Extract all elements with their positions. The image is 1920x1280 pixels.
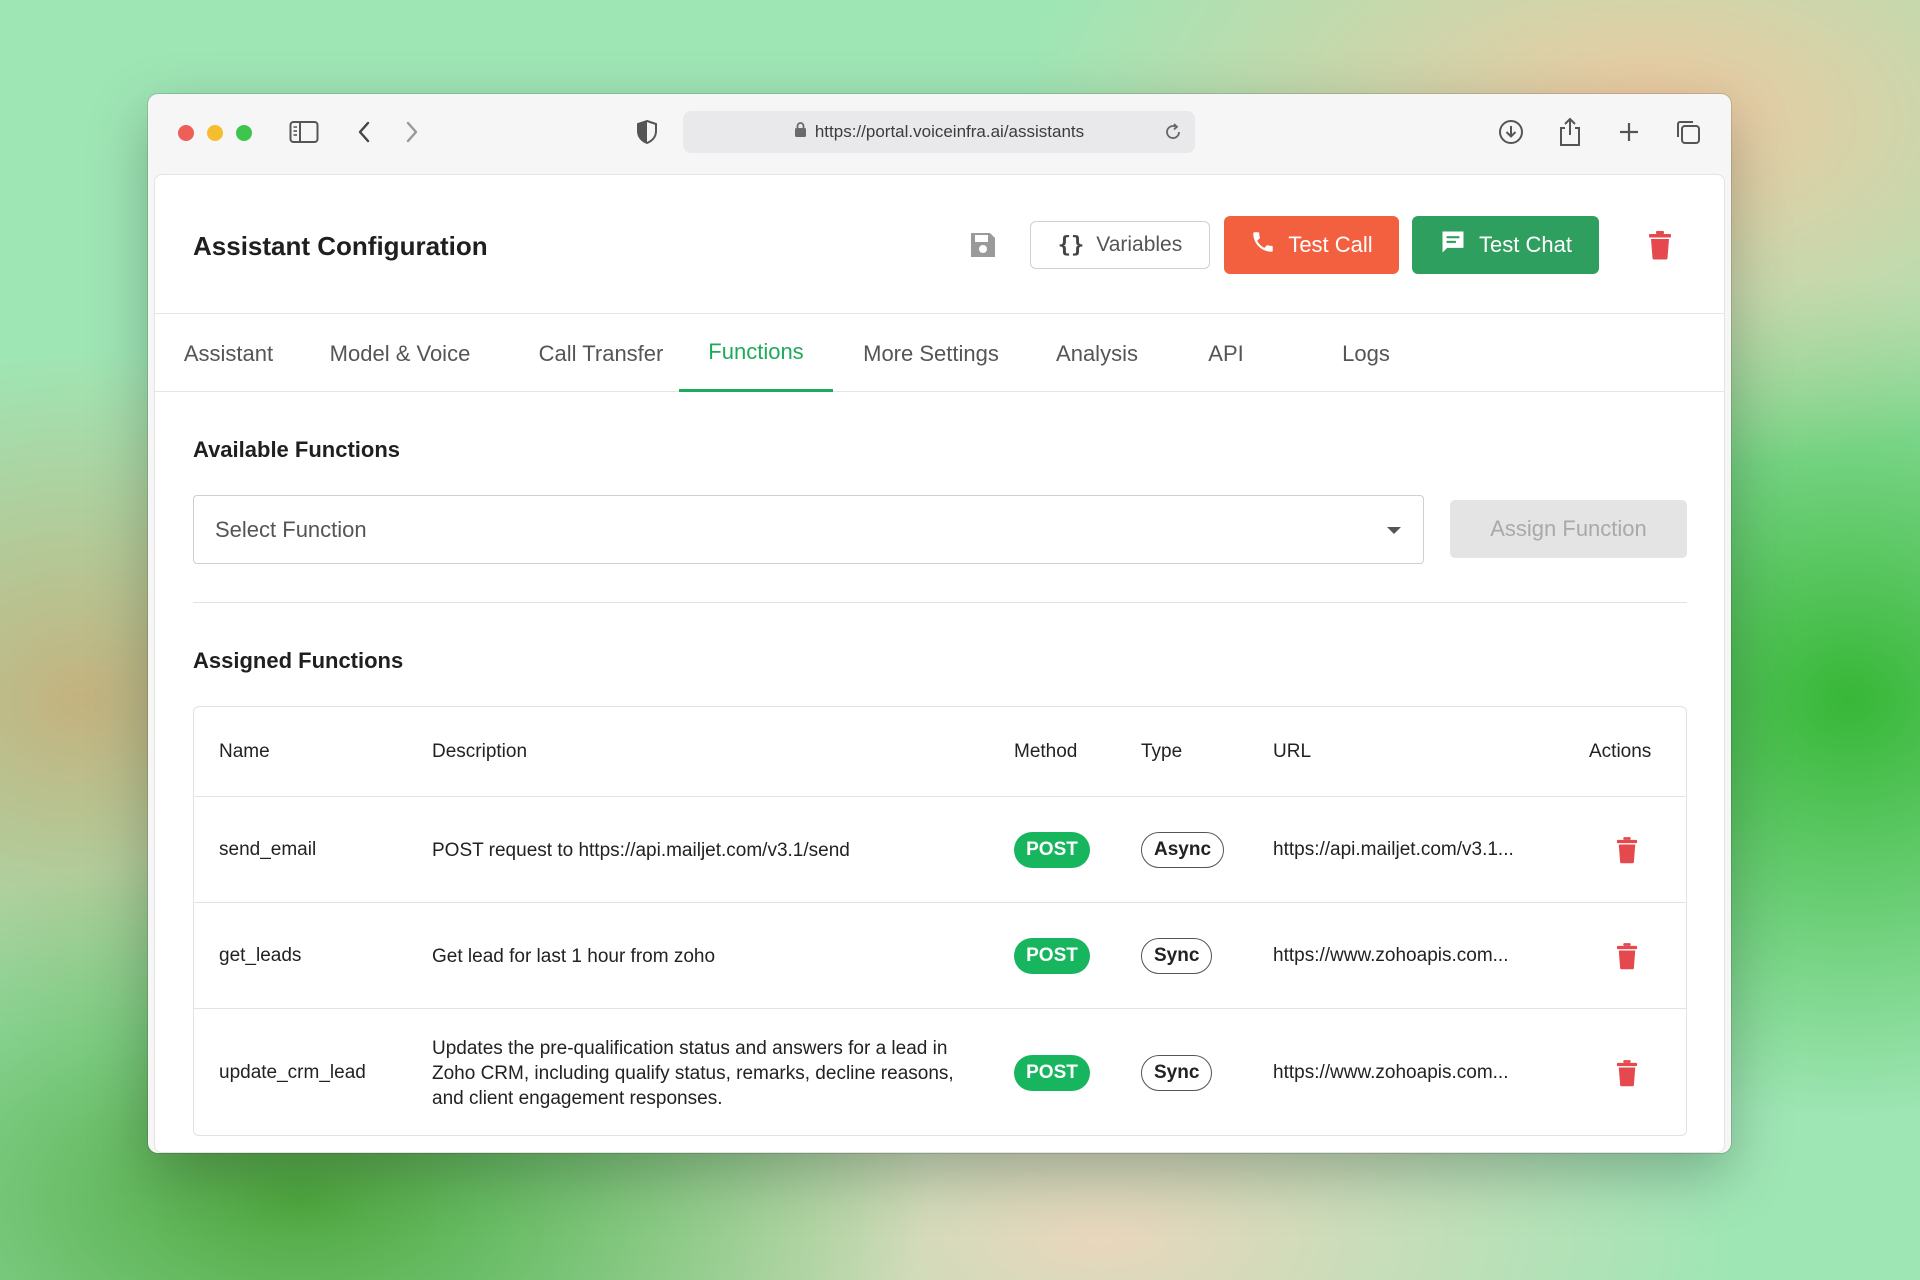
- tab-more-settings[interactable]: More Settings: [851, 315, 1011, 392]
- function-description: Get lead for last 1 hour from zoho: [432, 945, 716, 967]
- chat-icon: [1439, 228, 1467, 262]
- tab-overview-icon[interactable]: [1670, 114, 1706, 150]
- method-badge: POST: [1014, 1055, 1090, 1091]
- method-badge: POST: [1014, 832, 1090, 868]
- app-content: Assistant Configuration {} Variables Tes…: [154, 174, 1725, 1153]
- tab-api[interactable]: API: [1191, 315, 1261, 392]
- section-divider: [193, 602, 1687, 603]
- chevron-down-icon: [1387, 527, 1401, 534]
- variables-button[interactable]: {} Variables: [1030, 221, 1210, 269]
- method-badge: POST: [1014, 938, 1090, 974]
- address-bar[interactable]: https://portal.voiceinfra.ai/assistants: [683, 111, 1195, 153]
- braces-icon: {}: [1057, 232, 1085, 258]
- column-method: Method: [1014, 741, 1078, 762]
- maximize-window-button[interactable]: [236, 125, 252, 141]
- tab-logs[interactable]: Logs: [1321, 315, 1411, 392]
- new-tab-icon[interactable]: [1611, 114, 1647, 150]
- table-header: Name Description Method Type URL Actions: [194, 707, 1686, 797]
- column-name: Name: [219, 741, 270, 762]
- tab-analysis[interactable]: Analysis: [1041, 315, 1153, 392]
- test-chat-button[interactable]: Test Chat: [1412, 216, 1599, 274]
- function-url: https://www.zohoapis.com...: [1273, 945, 1509, 966]
- assigned-functions-table: Name Description Method Type URL Actions…: [193, 706, 1687, 1136]
- delete-function-button[interactable]: [1612, 939, 1642, 973]
- url-text: https://portal.voiceinfra.ai/assistants: [814, 122, 1085, 141]
- download-icon[interactable]: [1493, 114, 1529, 150]
- function-name: update_crm_lead: [219, 1062, 366, 1083]
- function-select-placeholder: Select Function: [215, 516, 367, 542]
- trash-icon: [1616, 1060, 1638, 1087]
- config-tabs: Assistant Model & Voice Call Transfer Fu…: [155, 315, 1724, 392]
- forward-icon[interactable]: [394, 114, 430, 150]
- function-url: https://api.mailjet.com/v3.1...: [1273, 839, 1514, 860]
- phone-icon: [1250, 229, 1276, 261]
- function-description: Updates the pre-qualification status and…: [432, 1037, 954, 1109]
- delete-function-button[interactable]: [1612, 833, 1642, 867]
- column-url: URL: [1273, 741, 1312, 762]
- column-description: Description: [432, 741, 528, 762]
- back-icon[interactable]: [346, 114, 382, 150]
- function-description: POST request to https://api.mailjet.com/…: [432, 839, 850, 861]
- tab-model-voice[interactable]: Model & Voice: [315, 315, 485, 392]
- assigned-functions-title: Assigned Functions: [193, 648, 404, 673]
- type-badge: Sync: [1141, 1055, 1213, 1091]
- function-select[interactable]: Select Function: [193, 495, 1424, 564]
- privacy-shield-icon[interactable]: [629, 114, 665, 150]
- trash-icon: [1616, 943, 1638, 970]
- tab-functions[interactable]: Functions: [679, 315, 833, 392]
- assign-function-button[interactable]: Assign Function: [1450, 500, 1687, 558]
- column-actions: Actions: [1589, 741, 1652, 762]
- delete-assistant-button[interactable]: [1643, 227, 1677, 263]
- lock-icon: [794, 121, 807, 143]
- reload-icon[interactable]: [1163, 122, 1183, 147]
- trash-icon: [1616, 837, 1638, 864]
- browser-window: https://portal.voiceinfra.ai/assistants …: [148, 94, 1731, 1153]
- share-icon[interactable]: [1552, 114, 1588, 150]
- test-call-button[interactable]: Test Call: [1224, 216, 1399, 274]
- close-window-button[interactable]: [178, 125, 194, 141]
- function-url: https://www.zohoapis.com...: [1273, 1062, 1509, 1083]
- function-name: get_leads: [219, 945, 302, 966]
- tab-assistant[interactable]: Assistant: [173, 315, 284, 392]
- table-row: send_email POST request to https://api.m…: [194, 797, 1686, 903]
- page-title: Assistant Configuration: [193, 231, 488, 261]
- type-badge: Async: [1141, 832, 1225, 868]
- type-badge: Sync: [1141, 938, 1213, 974]
- available-functions-title: Available Functions: [193, 437, 401, 462]
- function-name: send_email: [219, 839, 317, 860]
- table-row: get_leads Get lead for last 1 hour from …: [194, 903, 1686, 1009]
- browser-titlebar: https://portal.voiceinfra.ai/assistants: [148, 94, 1731, 170]
- trash-icon: [1649, 231, 1671, 260]
- delete-function-button[interactable]: [1612, 1056, 1642, 1090]
- save-button[interactable]: [965, 227, 1001, 263]
- table-row: update_crm_lead Updates the pre-qualific…: [194, 1009, 1686, 1135]
- column-type: Type: [1141, 741, 1183, 762]
- minimize-window-button[interactable]: [207, 125, 223, 141]
- page-header: Assistant Configuration {} Variables Tes…: [155, 175, 1724, 314]
- save-icon: [971, 233, 995, 257]
- tab-call-transfer[interactable]: Call Transfer: [515, 315, 687, 392]
- sidebar-toggle-icon[interactable]: [286, 114, 322, 150]
